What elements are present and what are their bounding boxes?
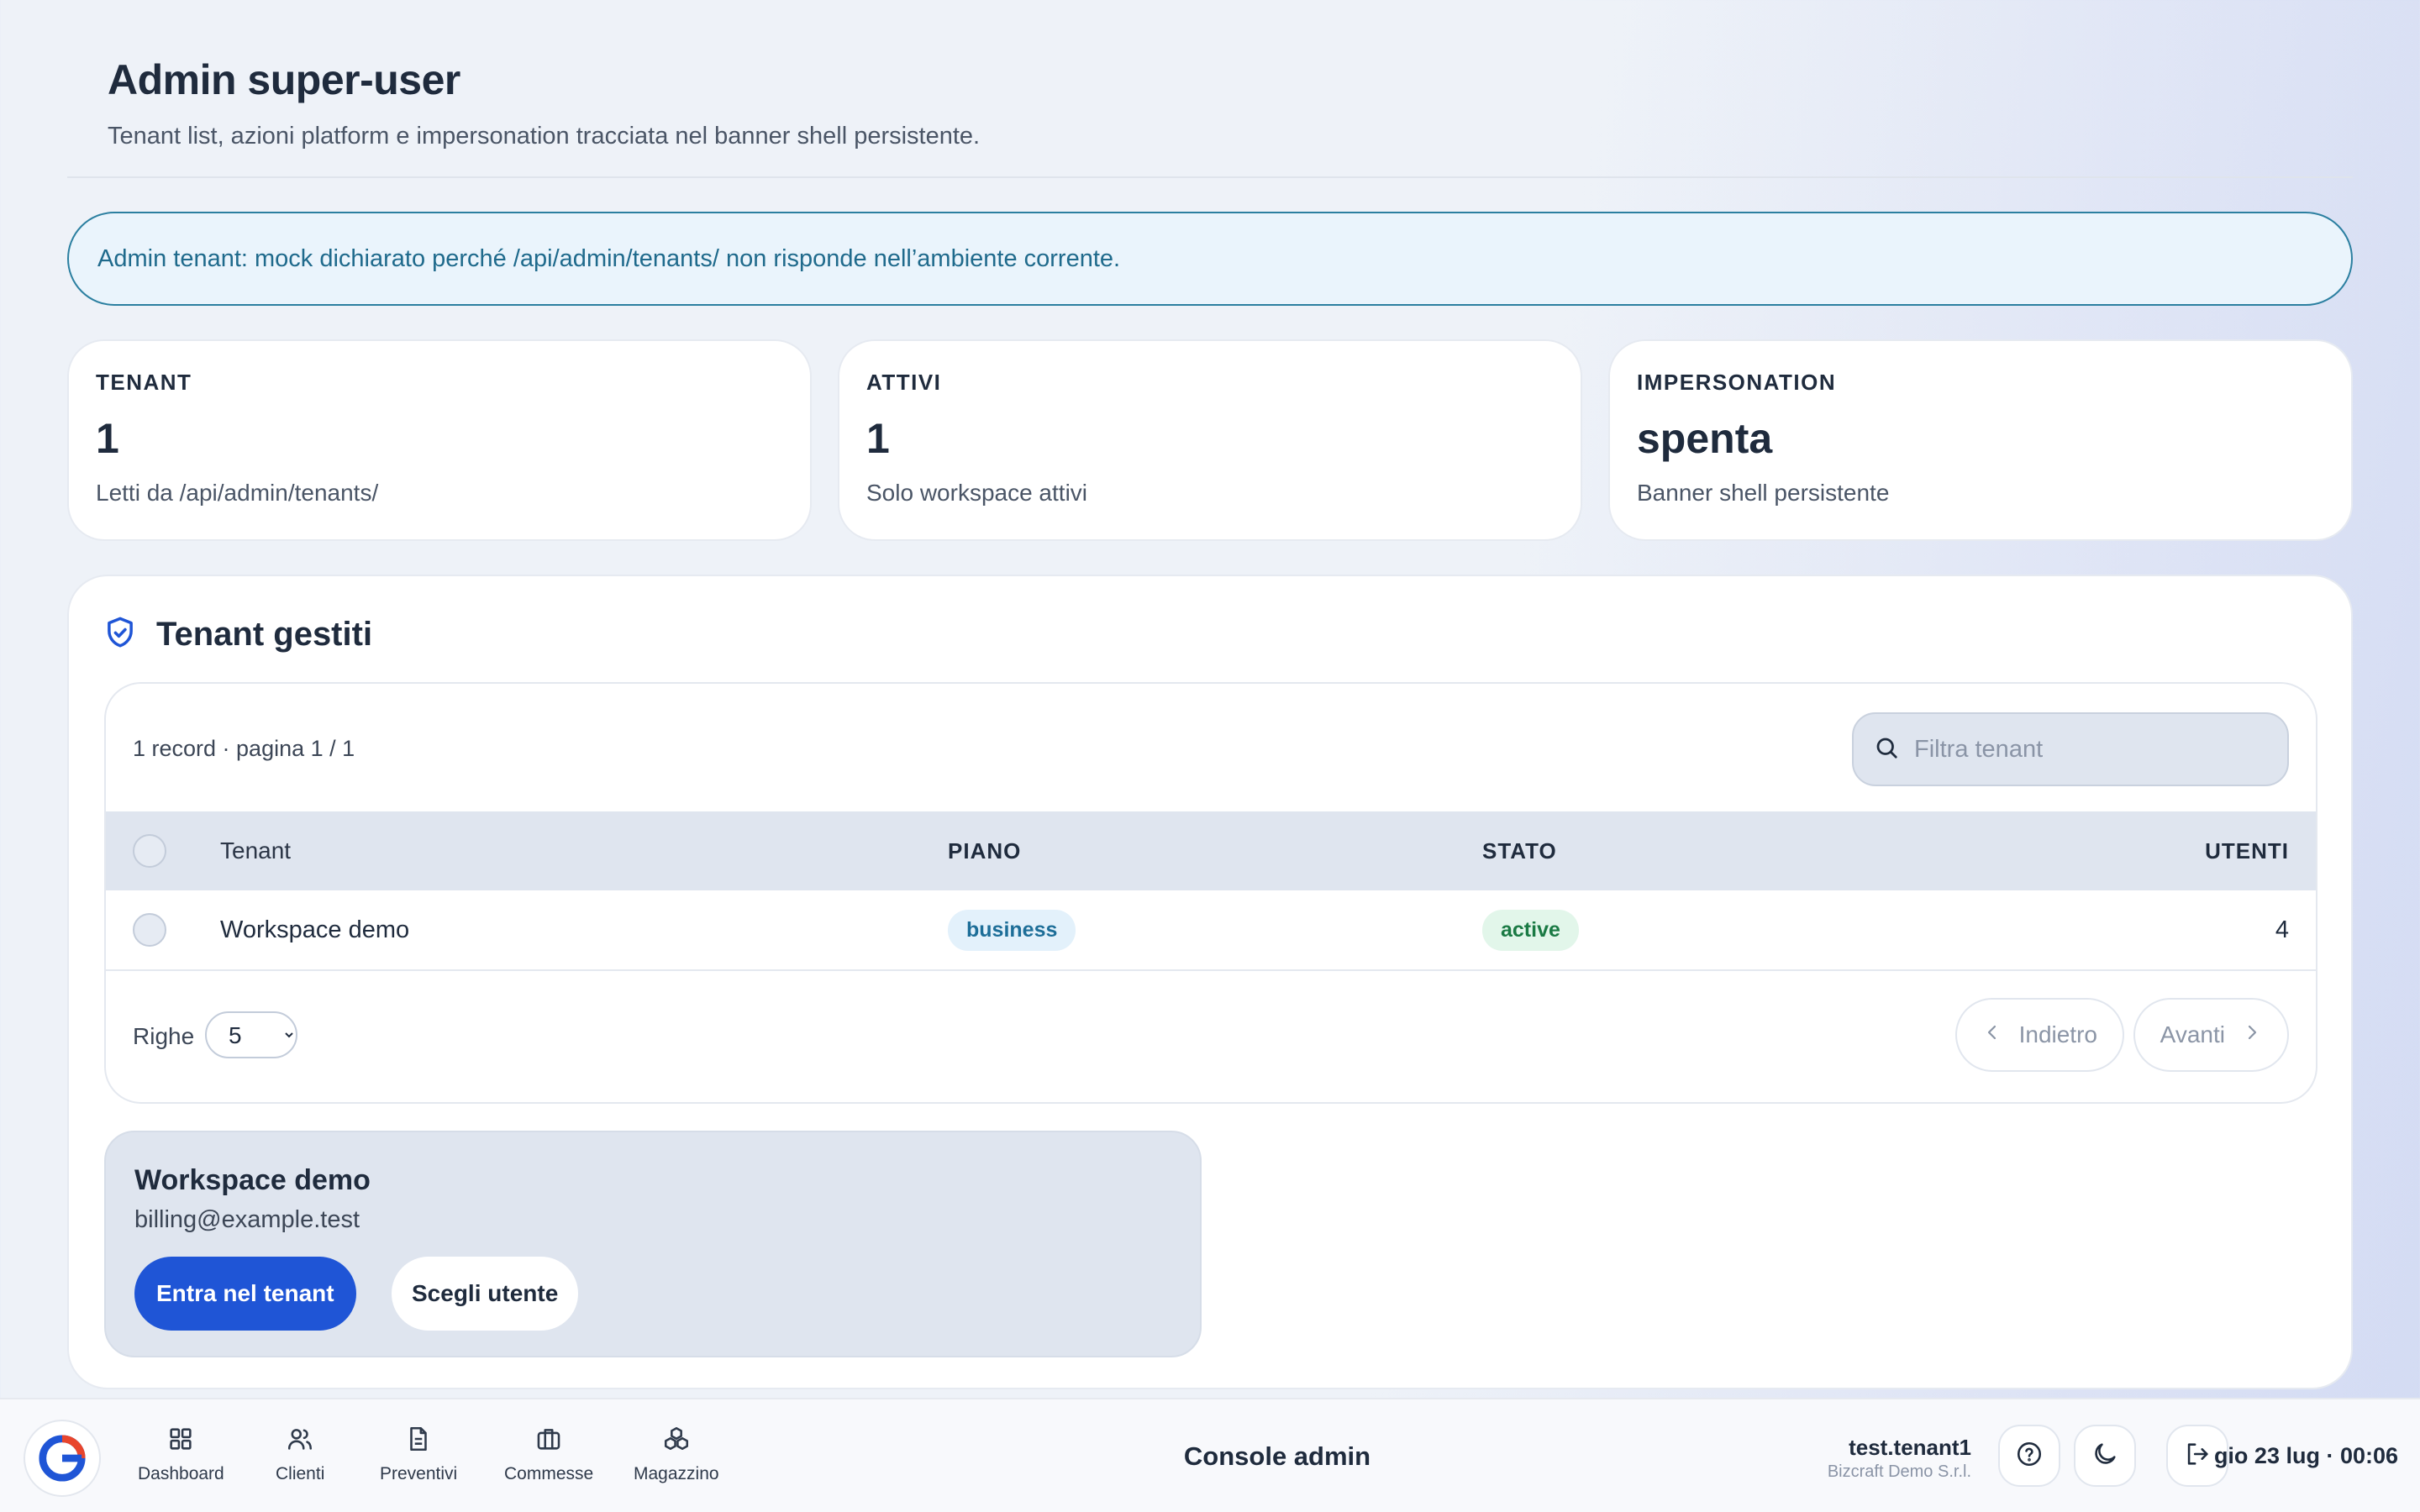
admin-page: Admin super-user Tenant list, azioni pla… xyxy=(0,0,2420,1512)
mock-notice-banner: Admin tenant: mock dichiarato perché /ap… xyxy=(67,212,2353,306)
tenant-search[interactable] xyxy=(1852,712,2289,786)
next-page-label: Avanti xyxy=(2160,1021,2225,1047)
stat-label: ATTIVI xyxy=(866,370,942,395)
cell-utenti: 4 xyxy=(2275,916,2289,943)
column-header-piano[interactable]: PIANO xyxy=(948,838,1021,864)
table-row[interactable]: Workspace demo business active 4 xyxy=(106,890,2316,971)
header-divider xyxy=(67,176,2353,178)
table-record-count: 1 record · pagina 1 / 1 xyxy=(133,736,355,761)
select-all-checkbox[interactable] xyxy=(133,834,166,868)
nav-preventivi[interactable]: Preventivi xyxy=(380,1425,457,1484)
user-info[interactable]: test.tenant1 Bizcraft Demo S.r.l. xyxy=(1828,1435,1971,1482)
column-header-utenti[interactable]: UTENTI xyxy=(2205,838,2289,864)
page-subtitle: Tenant list, azioni platform e impersona… xyxy=(108,123,981,150)
nav-label: Dashboard xyxy=(138,1464,224,1483)
stat-card-tenant: TENANT 1 Letti da /api/admin/tenants/ xyxy=(67,339,812,541)
panel-header: Tenant gestiti xyxy=(103,615,372,654)
choose-user-button[interactable]: Scegli utente xyxy=(392,1257,579,1331)
search-icon xyxy=(1874,735,1899,764)
row-checkbox[interactable] xyxy=(133,913,166,947)
chevron-left-icon xyxy=(1982,1021,2019,1048)
nav-label: Commesse xyxy=(504,1464,594,1483)
stat-note: Solo workspace attivi xyxy=(866,480,1088,506)
tenant-panel: Tenant gestiti 1 record · pagina 1 / 1 T… xyxy=(67,575,2353,1389)
next-page-button[interactable]: Avanti xyxy=(2133,998,2289,1072)
enter-tenant-button[interactable]: Entra nel tenant xyxy=(134,1257,356,1331)
app-logo[interactable] xyxy=(24,1420,101,1497)
help-button[interactable] xyxy=(1998,1425,2060,1487)
stat-label: IMPERSONATION xyxy=(1637,370,1837,395)
stat-value: spenta xyxy=(1637,415,1773,462)
detail-tenant-email: billing@example.test xyxy=(134,1206,360,1233)
cell-tenant: Workspace demo xyxy=(220,916,410,943)
date-time: gio 23 lug · 00:06 xyxy=(2213,1443,2398,1468)
nav-magazzino[interactable]: Magazzino xyxy=(634,1425,719,1484)
tenant-detail-card: Workspace demo billing@example.test Entr… xyxy=(104,1131,1202,1357)
rows-per-page-select[interactable]: 5 xyxy=(205,1011,297,1058)
detail-tenant-name: Workspace demo xyxy=(134,1164,371,1196)
moon-icon xyxy=(2091,1440,2119,1473)
stat-value: 1 xyxy=(96,415,119,462)
boxes-icon xyxy=(662,1425,691,1457)
document-icon xyxy=(404,1425,433,1457)
page-title: Admin super-user xyxy=(108,56,460,103)
logout-icon xyxy=(2183,1440,2212,1473)
logo-icon xyxy=(39,1435,86,1482)
page-header: Admin super-user Tenant list, azioni pla… xyxy=(108,55,980,150)
nav-commesse[interactable]: Commesse xyxy=(504,1425,593,1484)
nav-clienti[interactable]: Clienti xyxy=(276,1425,324,1484)
users-icon xyxy=(286,1425,314,1457)
table-footer: Righe 5 Indietro Avanti xyxy=(106,971,2316,1102)
cell-piano: business xyxy=(948,909,1076,951)
bottom-bar: Dashboard Clienti Preventivi Commesse Ma… xyxy=(0,1398,2420,1512)
shield-check-icon xyxy=(103,615,138,654)
column-header-stato[interactable]: STATO xyxy=(1482,838,1557,864)
column-header-tenant[interactable]: Tenant xyxy=(220,837,291,864)
dashboard-grid-icon xyxy=(166,1425,195,1457)
nav-label: Magazzino xyxy=(634,1464,719,1483)
stats-row: TENANT 1 Letti da /api/admin/tenants/ AT… xyxy=(67,339,2353,541)
previous-page-label: Indietro xyxy=(2018,1021,2097,1047)
stat-note: Letti da /api/admin/tenants/ xyxy=(96,480,379,506)
briefcase-icon xyxy=(534,1425,563,1457)
console-title: Console admin xyxy=(1183,1441,1371,1471)
stat-card-attivi: ATTIVI 1 Solo workspace attivi xyxy=(838,339,1582,541)
cell-stato: active xyxy=(1482,909,1579,951)
panel-title: Tenant gestiti xyxy=(156,616,373,653)
tenant-table: 1 record · pagina 1 / 1 Tenant PIANO STA… xyxy=(104,682,2317,1104)
status-badge: active xyxy=(1482,909,1579,951)
stat-note: Banner shell persistente xyxy=(1637,480,1890,506)
previous-page-button[interactable]: Indietro xyxy=(1954,998,2124,1072)
user-name: test.tenant1 xyxy=(1849,1435,1971,1460)
nav-dashboard[interactable]: Dashboard xyxy=(138,1425,224,1484)
nav-label: Preventivi xyxy=(380,1464,458,1483)
stat-value: 1 xyxy=(866,415,890,462)
theme-toggle-button[interactable] xyxy=(2074,1425,2136,1487)
plan-badge: business xyxy=(948,909,1076,951)
user-organization: Bizcraft Demo S.r.l. xyxy=(1827,1462,1971,1481)
search-input[interactable] xyxy=(1914,735,2267,764)
stat-card-impersonation: IMPERSONATION spenta Banner shell persis… xyxy=(1608,339,2353,541)
nav-label: Clienti xyxy=(276,1464,325,1483)
stat-label: TENANT xyxy=(96,370,192,395)
help-icon xyxy=(2015,1440,2044,1473)
chevron-right-icon xyxy=(2225,1021,2262,1048)
table-header-row: Tenant PIANO STATO UTENTI xyxy=(106,811,2316,890)
rows-per-page-label: Righe xyxy=(133,1023,195,1049)
